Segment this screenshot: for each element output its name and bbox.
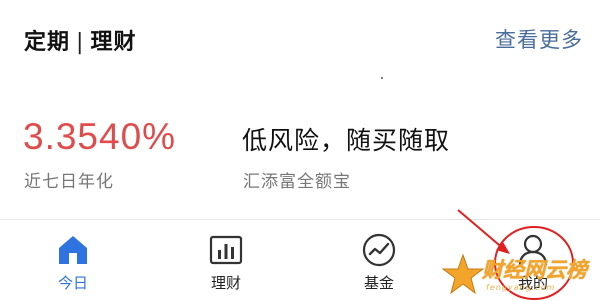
annual-rate-value: 3.3540% [23,116,177,157]
trend-line-icon [361,232,397,268]
star-icon [441,253,485,295]
section-header: 定期 | 理财 查看更多 [0,0,600,80]
watermark: 财经网云榜 fengyang.com [440,252,600,301]
home-icon [55,232,91,268]
title-left: 定期 [24,30,71,55]
section-title: 定期 | 理财 [24,24,136,56]
tab-today-label: 今日 [57,274,88,292]
tab-wealth[interactable]: 理财 [176,220,276,301]
title-right: 理财 [90,30,137,55]
app-screen: 定期 | 理财 查看更多 3.3540% 近七日年化 低风险，随买随取 汇添富全额宝… [0,0,600,301]
view-more-link[interactable]: 查看更多 [495,24,583,54]
chart-bars-icon [208,232,244,268]
product-name: 汇添富全额宝 [243,172,351,192]
product-slogan: 低风险，随买随取 [242,126,451,155]
watermark-subtext: fengyang.com [486,283,556,292]
tab-wealth-label: 理财 [210,274,241,292]
tab-today[interactable]: 今日 [23,220,123,301]
tab-fund-label: 基金 [363,274,394,292]
title-separator: | [76,30,85,55]
watermark-text: 财经网云榜 [482,258,587,282]
annual-rate-label: 近七日年化 [24,172,114,192]
tab-fund[interactable]: 基金 [329,220,429,301]
decorative-dot [381,77,383,79]
